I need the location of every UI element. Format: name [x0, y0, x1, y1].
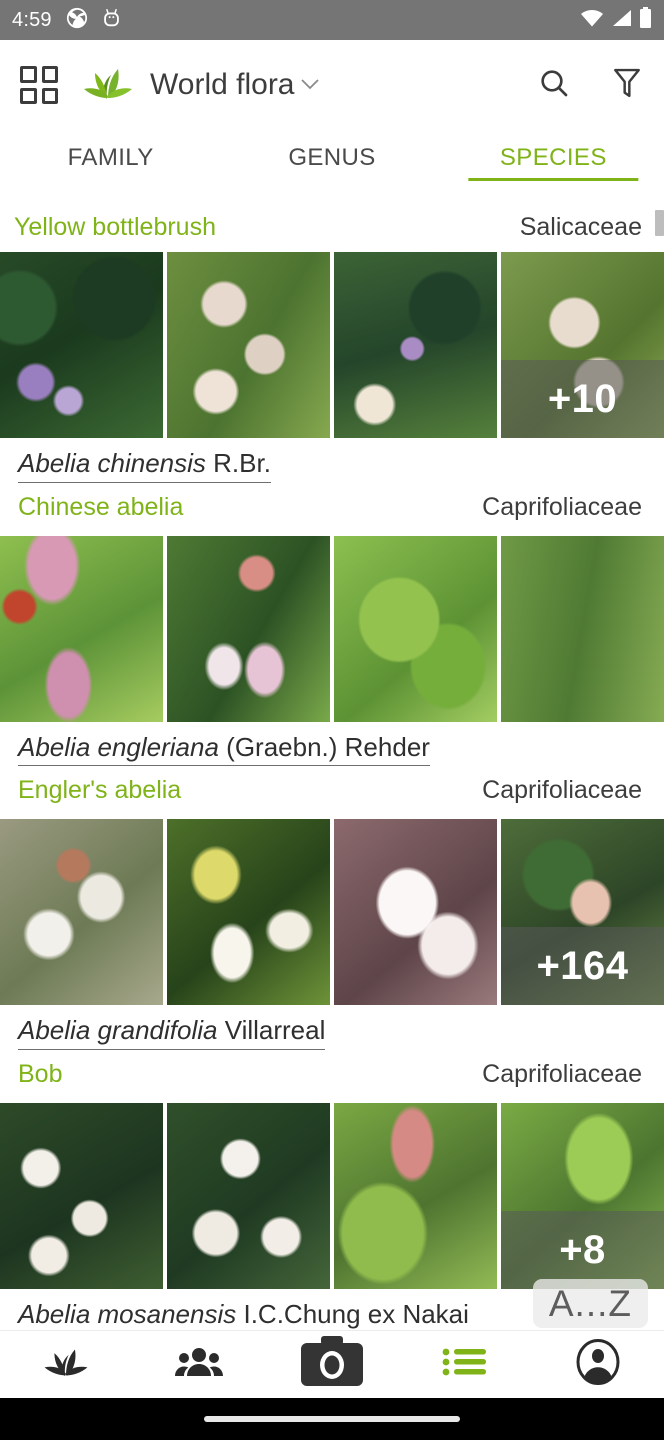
bottom-navigation — [0, 1330, 664, 1398]
status-left-icons — [66, 7, 121, 34]
account-circle-icon — [576, 1339, 620, 1390]
scientific-authority: Villarreal — [224, 1015, 326, 1046]
alphabet-scroll-bubble[interactable]: A...Z — [532, 1278, 648, 1328]
species-names: Abelia chinensis R.Br. Chinese abelia Ca… — [0, 438, 664, 536]
leaf-logo-icon — [80, 63, 136, 108]
nav-camera[interactable] — [266, 1334, 399, 1395]
home-gesture-pill[interactable] — [204, 1416, 460, 1422]
wifi-icon — [580, 9, 604, 32]
scientific-name: Abelia chinensis — [18, 448, 206, 478]
people-group-icon — [175, 1345, 224, 1384]
thumbnail-strip — [0, 535, 664, 722]
thumbnail-strip: +8 — [0, 1103, 664, 1290]
scientific-name: Abelia grandifolia — [18, 1015, 218, 1046]
thumbnail[interactable] — [0, 1103, 163, 1290]
common-name: Engler's abelia — [18, 776, 182, 805]
thumbnail[interactable] — [167, 1103, 330, 1290]
tab-family[interactable]: FAMILY — [0, 144, 221, 181]
gesture-navigation-bar — [0, 1398, 664, 1440]
common-name: Bob — [18, 1060, 63, 1089]
cellular-signal-icon — [611, 9, 632, 32]
scientific-name: Abelia engleriana — [18, 731, 219, 762]
list-bullets-icon — [442, 1346, 488, 1383]
scientific-authority: I.C.Chung ex Nakai — [243, 1299, 469, 1330]
scientific-name-line[interactable]: Abelia mosanensis I.C.Chung ex Nakai — [18, 1299, 469, 1334]
thumbnail[interactable]: +164 — [501, 819, 664, 1006]
family-name: Caprifoliaceae — [482, 776, 642, 805]
list-item[interactable]: Abelia engleriana (Graebn.) Rehder Engle… — [0, 535, 664, 820]
family-name: Caprifoliaceae — [482, 1060, 642, 1089]
filter-family-name[interactable]: Salicaceae — [520, 213, 642, 242]
battery-full-icon — [639, 6, 652, 34]
common-name: Chinese abelia — [18, 492, 184, 521]
status-bar: 4:59 — [0, 0, 664, 40]
scientific-name-line[interactable]: Abelia grandifolia Villarreal — [18, 1015, 326, 1051]
app-bar: World flora — [0, 40, 664, 130]
thumbnail[interactable]: +10 — [501, 252, 664, 438]
thumbnail[interactable] — [167, 819, 330, 1006]
scientific-authority: (Graebn.) Rehder — [226, 731, 430, 762]
list-item[interactable]: +164 Abelia grandifolia Villarreal Bob C… — [0, 819, 664, 1104]
species-list[interactable]: Yellow bottlebrush Salicaceae +10 Abelia… — [0, 202, 664, 1348]
thumbnail[interactable] — [334, 819, 497, 1006]
species-names: Abelia grandifolia Villarreal Bob Caprif… — [0, 1005, 664, 1103]
thumbnail[interactable] — [0, 252, 163, 438]
scientific-name-line[interactable]: Abelia chinensis R.Br. — [18, 448, 271, 483]
tab-species[interactable]: SPECIES — [443, 144, 664, 181]
nav-plants[interactable] — [0, 1343, 133, 1386]
thumbnail[interactable] — [334, 1103, 497, 1290]
chevron-down-icon[interactable] — [300, 75, 319, 95]
status-right-icons — [580, 6, 652, 34]
tab-bar: FAMILY GENUS SPECIES — [0, 130, 664, 202]
family-name: Caprifoliaceae — [482, 492, 642, 521]
common-name-row: Bob Caprifoliaceae — [18, 1060, 642, 1089]
thumbnail-strip: +164 — [0, 819, 664, 1006]
thumbnail[interactable] — [334, 535, 497, 722]
common-name-row: Engler's abelia Caprifoliaceae — [18, 776, 642, 805]
search-icon[interactable] — [538, 67, 570, 104]
filter-common-name[interactable]: Yellow bottlebrush — [14, 213, 216, 242]
scientific-authority: R.Br. — [213, 448, 271, 478]
scrollbar-thumb[interactable] — [655, 210, 664, 236]
page-title: World flora — [150, 68, 295, 101]
app-bar-actions — [538, 67, 642, 104]
thumbnail[interactable] — [0, 535, 163, 722]
scientific-name: Abelia mosanensis — [18, 1299, 237, 1330]
scientific-name-line[interactable]: Abelia engleriana (Graebn.) Rehder — [18, 732, 430, 767]
species-names: Abelia engleriana (Graebn.) Rehder Engle… — [0, 722, 664, 820]
android-debug-icon — [102, 7, 121, 34]
thumbnail[interactable] — [167, 535, 330, 722]
thumbnail[interactable] — [0, 819, 163, 1006]
thumbnail-strip: +10 — [0, 252, 664, 438]
grid-view-icon[interactable] — [20, 66, 58, 104]
nav-community[interactable] — [133, 1345, 266, 1384]
camera-shutter-icon — [66, 7, 88, 34]
filter-row: Yellow bottlebrush Salicaceae — [0, 202, 664, 252]
overflow-count-badge[interactable]: +8 — [501, 1211, 664, 1290]
tab-genus[interactable]: GENUS — [221, 144, 442, 181]
nav-account[interactable] — [531, 1339, 664, 1390]
camera-icon — [299, 1334, 365, 1395]
thumbnail[interactable] — [501, 535, 664, 722]
plants-leaf-icon — [41, 1343, 91, 1386]
thumbnail[interactable]: +8 — [501, 1103, 664, 1290]
nav-list[interactable] — [398, 1346, 531, 1383]
thumbnail[interactable] — [334, 252, 497, 438]
thumbnail[interactable] — [167, 252, 330, 438]
status-time: 4:59 — [12, 8, 52, 31]
overflow-count-badge[interactable]: +164 — [501, 927, 664, 1006]
filter-funnel-icon[interactable] — [612, 67, 642, 104]
list-item[interactable]: +10 Abelia chinensis R.Br. Chinese abeli… — [0, 252, 664, 536]
overflow-count-badge[interactable]: +10 — [501, 360, 664, 438]
common-name-row: Chinese abelia Caprifoliaceae — [18, 493, 642, 522]
